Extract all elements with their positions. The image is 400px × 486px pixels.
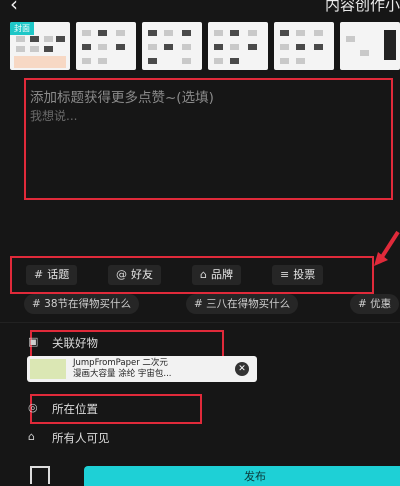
visibility-row[interactable]: 所有人可见	[52, 430, 110, 446]
cover-image-strip	[14, 56, 66, 68]
body-input-placeholder[interactable]: 我想说...	[30, 107, 77, 124]
image-thumbnail[interactable]	[340, 22, 400, 70]
publish-button[interactable]: 发布	[84, 466, 400, 486]
hash-icon: #	[34, 268, 44, 281]
linked-product-card[interactable]: JumpFromPaper 二次元 漫画大容量 涂纶 宇宙包... ✕	[27, 356, 257, 382]
friend-button-label: 好友	[131, 268, 153, 281]
suggested-topic-label: 38节在得物买什么	[44, 298, 132, 310]
vote-button[interactable]: ≡ 投票	[272, 265, 324, 285]
title-input-placeholder[interactable]: 添加标题获得更多点赞~(选填)	[30, 86, 214, 106]
suggested-topic[interactable]: # 三八在得物买什么	[186, 294, 299, 314]
topic-button-label: 话题	[47, 268, 70, 281]
hash-icon: #	[194, 298, 203, 310]
image-thumbnail[interactable]	[142, 22, 202, 70]
friend-button[interactable]: @ 好友	[108, 265, 161, 285]
suggested-topic[interactable]: # 优惠	[350, 294, 400, 314]
annotation-arrow-icon	[374, 230, 400, 266]
lock-icon: ⌂	[28, 430, 35, 443]
brand-button-label: 品牌	[210, 268, 233, 281]
hash-icon: #	[358, 298, 367, 310]
product-title-line2: 漫画大容量 涂纶 宇宙包...	[73, 369, 172, 379]
at-icon: @	[116, 268, 127, 281]
image-thumbnail[interactable]	[208, 22, 268, 70]
brand-button[interactable]: ⌂ 品牌	[192, 265, 241, 285]
draft-icon[interactable]	[30, 466, 50, 484]
location-row[interactable]: 所在位置	[52, 401, 98, 417]
cover-badge: 封面	[10, 22, 34, 35]
page-title: 内容创作小	[324, 0, 400, 14]
image-thumbnail[interactable]	[76, 22, 136, 70]
suggested-topic-label: 三八在得物买什么	[206, 298, 291, 310]
goods-icon: ▣	[28, 335, 39, 348]
suggested-topic[interactable]: # 38节在得物买什么	[24, 294, 140, 314]
image-strip: 封面	[10, 22, 400, 70]
vote-button-label: 投票	[293, 268, 316, 281]
hash-icon: #	[32, 298, 41, 310]
header-bar: ‹ 内容创作小	[0, 0, 400, 20]
divider	[0, 322, 400, 323]
close-icon[interactable]: ✕	[235, 362, 249, 376]
brand-icon: ⌂	[200, 268, 207, 281]
vote-list-icon: ≡	[280, 268, 290, 281]
suggested-topic-label: 优惠	[370, 298, 392, 310]
topic-button[interactable]: # 话题	[26, 265, 78, 285]
chevron-left-icon[interactable]: ‹	[10, 0, 18, 14]
product-title: JumpFromPaper 二次元 漫画大容量 涂纶 宇宙包...	[73, 358, 172, 380]
image-thumbnail[interactable]	[274, 22, 334, 70]
cover-thumbnail[interactable]: 封面	[10, 22, 70, 70]
product-image	[30, 359, 66, 379]
location-pin-icon: ◎	[28, 401, 38, 414]
linked-goods-row[interactable]: 关联好物	[52, 335, 98, 351]
product-title-line1: JumpFromPaper 二次元	[73, 358, 168, 368]
